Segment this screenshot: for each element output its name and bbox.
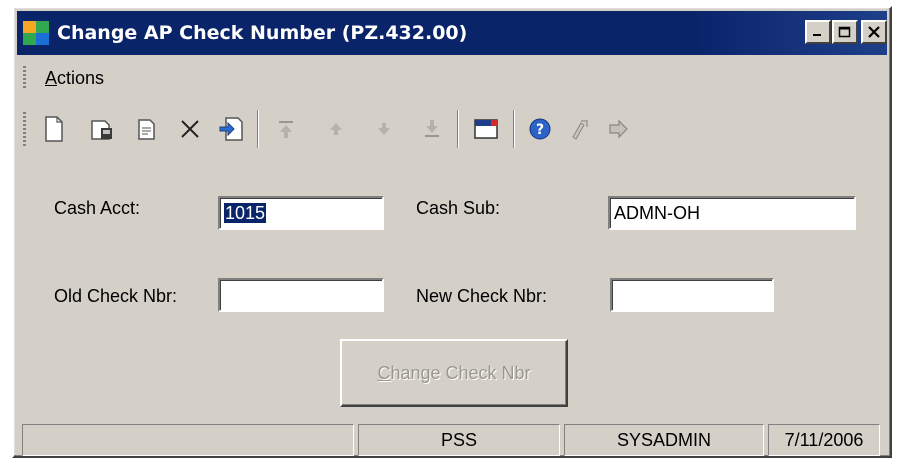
paste-button[interactable] — [215, 112, 249, 146]
menu-actions-label: ctions — [57, 68, 105, 88]
change-check-nbr-button[interactable]: Change Check Nbr — [340, 339, 568, 407]
first-record-button[interactable] — [269, 112, 303, 146]
svg-text:?: ? — [536, 122, 544, 138]
close-button[interactable] — [861, 20, 887, 44]
cash-acct-field[interactable]: 1015 — [218, 196, 384, 230]
notes-icon — [474, 119, 498, 139]
toolbar-separator — [457, 110, 459, 148]
last-record-button[interactable] — [415, 112, 449, 146]
delete-button[interactable] — [173, 112, 207, 146]
next-record-icon — [378, 123, 390, 135]
cash-acct-value: 1015 — [224, 203, 267, 223]
maximize-icon — [838, 26, 851, 38]
customize-icon — [572, 120, 588, 140]
change-check-nbr-mnemonic: C — [377, 362, 391, 383]
previous-record-icon — [330, 123, 342, 135]
next-record-button[interactable] — [367, 112, 401, 146]
new-check-label: New Check Nbr: — [416, 286, 548, 306]
previous-record-button[interactable] — [319, 112, 353, 146]
last-record-icon — [425, 120, 439, 137]
new-document-icon — [45, 116, 63, 142]
cash-sub-value: ADMN-OH — [614, 203, 700, 223]
customize-button[interactable] — [563, 112, 597, 146]
notes-button[interactable] — [469, 112, 503, 146]
cash-sub-field[interactable]: ADMN-OH — [608, 196, 856, 230]
menu-bar: Actions — [17, 60, 887, 96]
minimize-icon — [813, 34, 821, 36]
close-icon — [868, 26, 880, 38]
window-title: Change AP Check Number (PZ.432.00) — [57, 22, 468, 44]
cash-sub-label: Cash Sub: — [416, 198, 501, 218]
maximize-button[interactable] — [832, 20, 858, 44]
close-screen-icon — [609, 119, 628, 139]
copy-button[interactable] — [129, 112, 163, 146]
status-panel-message — [22, 424, 354, 456]
change-check-nbr-label: hange Check Nbr — [390, 362, 531, 383]
menubar-grip[interactable] — [23, 66, 26, 90]
old-check-field[interactable] — [218, 278, 384, 312]
help-icon: ? — [529, 118, 551, 140]
toolbar: ? — [17, 104, 887, 156]
delete-icon — [181, 120, 199, 138]
toolbar-separator — [257, 110, 259, 148]
first-record-icon — [279, 121, 293, 138]
copy-icon — [138, 119, 155, 140]
minimize-button[interactable] — [805, 20, 831, 44]
toolbar-grip[interactable] — [23, 112, 26, 148]
status-panel-user: SYSADMIN — [564, 424, 764, 456]
paste-icon — [219, 117, 243, 141]
close-screen-button[interactable] — [601, 112, 635, 146]
save-button[interactable] — [85, 112, 119, 146]
status-panel-company: PSS — [358, 424, 560, 456]
old-check-label: Old Check Nbr: — [54, 286, 178, 306]
app-icon — [23, 21, 49, 45]
menu-actions-mnemonic: A — [45, 68, 58, 88]
status-panel-date: 7/11/2006 — [768, 424, 880, 456]
new-check-field[interactable] — [610, 278, 774, 312]
menu-actions[interactable]: Actions — [45, 68, 104, 89]
new-button[interactable] — [37, 112, 71, 146]
title-bar[interactable]: Change AP Check Number (PZ.432.00) — [17, 11, 887, 55]
save-icon — [91, 120, 112, 140]
toolbar-separator — [513, 110, 515, 148]
cash-acct-label: Cash Acct: — [54, 198, 141, 218]
change-ap-check-number-window: Change AP Check Number (PZ.432.00) Actio… — [12, 6, 892, 458]
help-button[interactable]: ? — [523, 112, 557, 146]
